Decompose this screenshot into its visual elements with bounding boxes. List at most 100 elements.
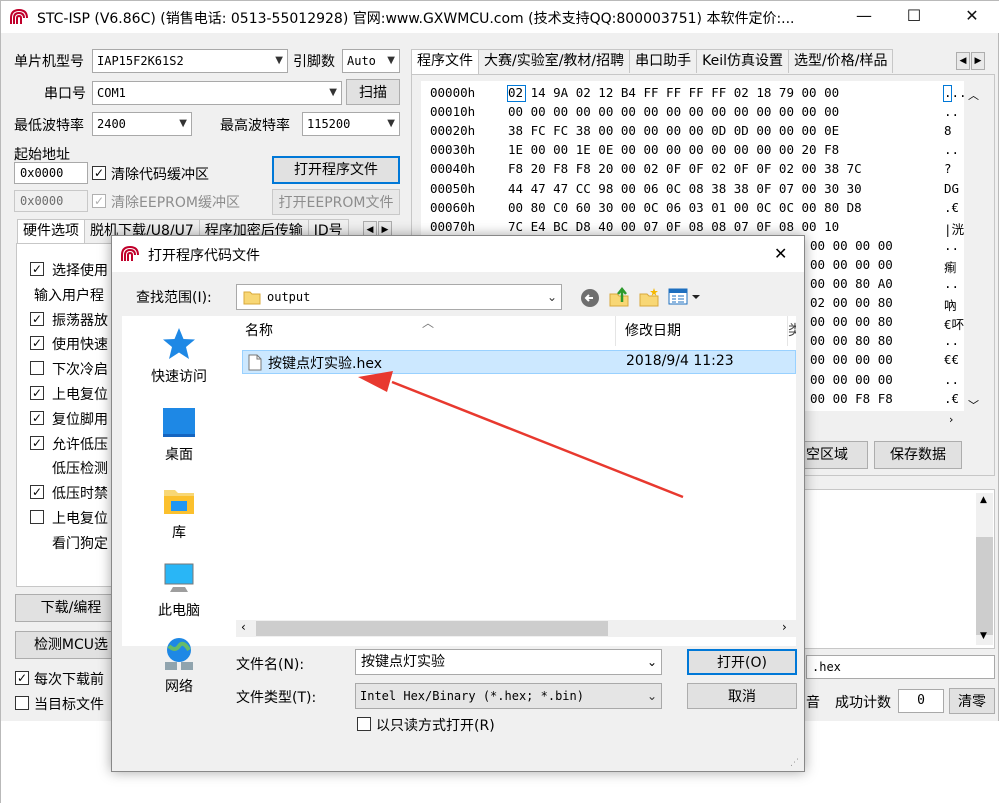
tab-serial-assistant[interactable]: 串口助手 (629, 49, 698, 73)
chevron-down-icon: ▼ (179, 118, 187, 129)
look-in-label: 查找范围(I): (136, 290, 212, 306)
clear-count-button[interactable]: 清零 (949, 688, 995, 714)
place-this-pc[interactable]: 此电脑 (122, 560, 236, 620)
close-button[interactable]: ✕ (949, 1, 995, 33)
auto-download-on-change-checkbox[interactable] (15, 696, 29, 710)
hw-option-checkbox[interactable]: ✓ (30, 410, 44, 425)
resize-grip-icon[interactable]: ⋰ (790, 758, 799, 768)
hex-ascii: 8 (944, 123, 952, 139)
hw-option-checkbox[interactable]: ✓ (30, 386, 44, 400)
scroll-down-icon[interactable]: ﹀ (968, 397, 979, 413)
column-date[interactable]: 修改日期 (616, 316, 788, 346)
port-select[interactable]: COM1 ▼ (92, 81, 342, 105)
filename-label: 文件名(N): (236, 657, 305, 673)
hex-bytes: 02 14 9A 02 12 B4 FF FF FF FF 02 18 79 0… (508, 85, 840, 100)
cancel-button[interactable]: 取消 (687, 683, 797, 709)
readonly-checkbox[interactable] (357, 717, 371, 731)
save-data-button[interactable]: 保存数据 (874, 441, 962, 469)
log-scroll-down-icon[interactable]: ▼ (980, 631, 987, 641)
maximize-button[interactable]: ☐ (891, 1, 937, 33)
stc-logo-icon (121, 246, 139, 261)
place-quick-access[interactable]: 快速访问 (122, 326, 236, 386)
file-list[interactable]: 名称 ︿ 修改日期 类 按键点灯实验.hex 2018/9/4 11:23 ‹ › (236, 316, 796, 646)
hex-scrollbar[interactable]: ︿ ﹀ (964, 81, 982, 413)
hex-address: 00040h (430, 161, 476, 177)
scroll-up-icon[interactable]: ︿ (968, 87, 979, 103)
up-folder-icon[interactable] (608, 286, 630, 308)
hscroll-thumb[interactable] (256, 621, 608, 636)
dialog-close-button[interactable]: ✕ (774, 244, 787, 263)
success-count-label: 成功计数 (835, 695, 891, 711)
stc-logo-icon (10, 9, 28, 24)
filename-input[interactable]: 按键点灯实验 ⌄ (355, 649, 662, 675)
hw-option-checkbox[interactable] (30, 361, 44, 376)
main-tab-scroll-left-icon[interactable]: ◀ (956, 52, 970, 70)
port-label: 串口号 (44, 86, 86, 102)
log-scroll-up-icon[interactable]: ▲ (980, 495, 987, 505)
look-in-value: output (267, 290, 311, 304)
hw-option-checkbox[interactable]: ✓ (30, 262, 44, 276)
dialog-title-bar: 打开程序代码文件 ✕ (112, 236, 804, 272)
look-in-select[interactable]: output ⌄ (236, 284, 562, 310)
max-baud-select[interactable]: 115200 ▼ (302, 112, 400, 136)
view-menu-icon[interactable] (668, 288, 702, 306)
hw-option-checkbox[interactable] (30, 510, 44, 524)
hex-bytes: 00 00 00 00 (810, 256, 893, 272)
hw-option-checkbox[interactable]: ✓ (30, 311, 44, 326)
back-icon[interactable] (580, 288, 600, 308)
open-program-file-button[interactable]: 打开程序文件 (272, 156, 400, 184)
hw-option-label: 下次冷启 (52, 362, 108, 379)
minimize-button[interactable]: — (841, 1, 887, 33)
file-list-hscrollbar[interactable]: ‹ › (236, 620, 796, 637)
hw-option-checkbox[interactable]: ✓ (30, 435, 44, 450)
hw-option-label: 振荡器放 (52, 312, 108, 329)
hw-option-checkbox[interactable]: ✓ (30, 336, 44, 351)
tab-keil-settings[interactable]: Keil仿真设置 (696, 49, 790, 73)
min-baud-label: 最低波特率 (14, 118, 84, 134)
hex-bytes: 00 00 80 80 (810, 333, 893, 349)
hex-address: 00050h (430, 180, 476, 196)
clear-eeprom-buffer-checkbox[interactable]: ✓ (92, 194, 106, 208)
scroll-right-icon[interactable]: › (949, 413, 953, 426)
tab-contest[interactable]: 大赛/实验室/教材/招聘 (478, 49, 631, 73)
main-tab-scroll-right-icon[interactable]: ▶ (971, 52, 985, 70)
open-button[interactable]: 打开(O) (687, 649, 797, 675)
tab-program-file[interactable]: 程序文件 (411, 49, 479, 75)
clear-code-buffer-checkbox[interactable]: ✓ (92, 166, 106, 180)
file-row[interactable]: 按键点灯实验.hex 2018/9/4 11:23 (242, 350, 796, 374)
mcu-type-select[interactable]: IAP15F2K61S2 ▼ (92, 49, 288, 73)
place-network[interactable]: 网络 (122, 636, 236, 696)
tab-selection-price[interactable]: 选型/价格/样品 (788, 49, 894, 73)
log-scrollbar[interactable]: ▲ ▼ (976, 493, 993, 645)
hex-bytes: 1E 00 00 1E 0E 00 00 00 00 00 00 00 00 2… (508, 142, 840, 158)
eeprom-address-input[interactable]: 0x0000 (14, 190, 88, 212)
success-count-field: 0 (898, 689, 944, 713)
min-baud-value: 2400 (97, 117, 126, 131)
filetype-select[interactable]: Intel Hex/Binary (*.hex; *.bin) ⌄ (355, 683, 662, 709)
new-folder-icon[interactable] (638, 286, 660, 308)
hex-ascii: €€ (944, 352, 960, 368)
tab-hardware-options[interactable]: 硬件选项 (17, 219, 85, 243)
code-address-input[interactable]: 0x0000 (14, 162, 88, 184)
chevron-down-icon: ▼ (329, 87, 337, 98)
pins-select[interactable]: Auto ▼ (342, 49, 400, 73)
scroll-left-icon[interactable]: ‹ (241, 620, 246, 634)
hex-bytes: 7C E4 BC D8 40 00 07 0F 08 08 07 0F 08 0… (508, 218, 840, 234)
min-baud-select[interactable]: 2400 ▼ (92, 112, 192, 136)
place-desktop[interactable]: 桌面 (122, 404, 236, 464)
reload-before-download-checkbox[interactable]: ✓ (15, 671, 29, 685)
log-scroll-thumb[interactable] (976, 537, 993, 635)
chevron-down-icon[interactable]: ⌄ (647, 650, 657, 674)
scroll-right-icon[interactable]: › (782, 620, 787, 634)
open-eeprom-file-button[interactable]: 打开EEPROM文件 (272, 189, 400, 215)
column-more[interactable]: 类 (788, 316, 796, 346)
scan-button[interactable]: 扫描 (346, 79, 400, 105)
file-date: 2018/9/4 11:23 (626, 353, 734, 369)
hex-address: 00020h (430, 123, 476, 139)
place-libraries[interactable]: 库 (122, 482, 236, 542)
hex-ascii: 痸 (944, 259, 957, 275)
clear-code-buffer-label: 清除代码缓冲区 (111, 167, 209, 183)
file-path-field[interactable]: .hex (806, 655, 995, 679)
hex-address: 00030h (430, 142, 476, 158)
hw-option-checkbox[interactable]: ✓ (30, 485, 44, 500)
